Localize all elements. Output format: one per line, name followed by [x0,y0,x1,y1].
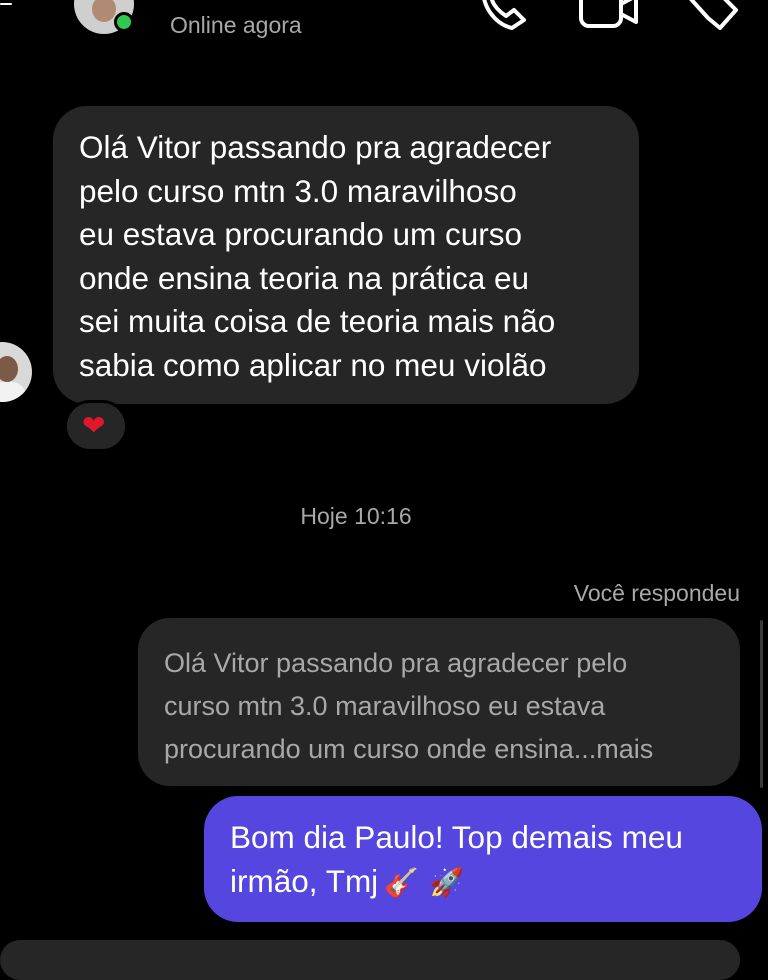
online-status: Online agora [170,12,302,38]
message-composer[interactable] [0,940,740,980]
quoted-message[interactable]: Olá Vitor passando pra agradecer pelo cu… [138,618,740,786]
back-icon[interactable] [0,0,14,8]
scrollbar[interactable] [760,620,763,788]
incoming-message[interactable]: Olá Vitor passando pra agradecer pelo cu… [53,106,639,404]
online-indicator [114,12,134,32]
heart-icon: ❤ [82,410,106,441]
rocket-icon: 🚀 [429,867,464,899]
outgoing-line-2: irmão, Tmj [230,862,379,899]
reply-label: Você respondeu [573,580,740,606]
outgoing-message[interactable]: Bom dia Paulo! Top demais meu irmão, Tmj… [204,796,762,922]
reaction-badge[interactable]: ❤ [64,400,128,452]
video-icon[interactable] [578,0,640,30]
message-timestamp: Hoje 10:16 [300,503,412,529]
guitar-icon: 🎸 [384,867,420,899]
outgoing-line-1: Bom dia Paulo! Top demais meu [230,819,683,855]
sender-avatar[interactable] [0,342,32,402]
phone-icon[interactable] [478,0,530,30]
tag-icon[interactable] [684,0,740,30]
